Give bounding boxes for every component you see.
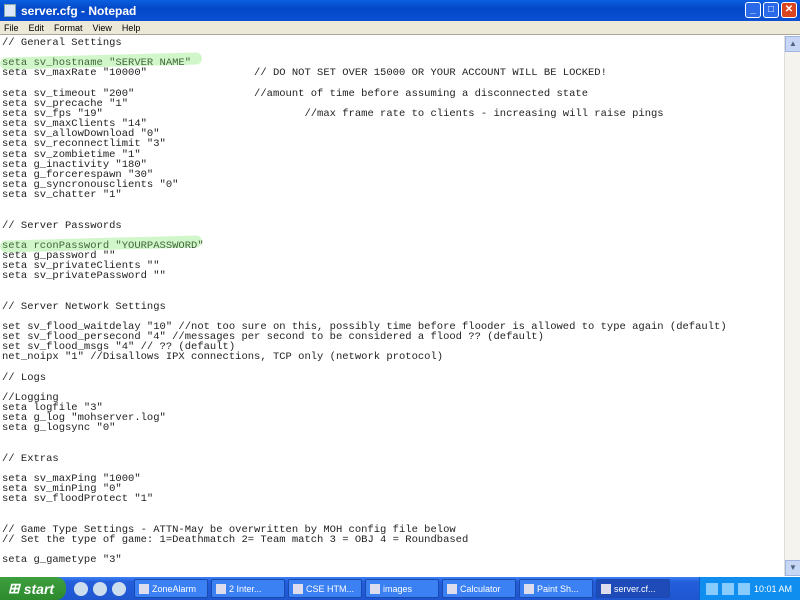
taskbar-button[interactable]: 2 Inter... [211, 579, 285, 598]
taskbar-button-label: CSE HTM... [306, 583, 355, 594]
zonealarm-tray-icon[interactable] [737, 582, 750, 595]
text-line: seta g_logsync "0" [2, 422, 116, 435]
taskbar-button[interactable]: CSE HTM... [288, 579, 362, 598]
scroll-up-button[interactable]: ▲ [785, 36, 800, 52]
text-line: net_noipx "1" //Disallows IPX connection… [2, 351, 444, 364]
media-player-icon[interactable] [112, 581, 126, 596]
taskbar-button-label: Calculator [460, 583, 501, 594]
system-tray: 10:01 AM [698, 577, 800, 600]
tray-expand-icon[interactable] [705, 582, 718, 595]
app-icon [216, 583, 226, 594]
network-icon[interactable] [721, 582, 734, 595]
app-icon [524, 583, 534, 594]
taskbar-button-label: Paint Sh... [537, 583, 579, 594]
taskbar-button[interactable]: Paint Sh... [519, 579, 593, 598]
menu-edit[interactable]: Edit [29, 23, 45, 33]
taskbar: ⊞ start ZoneAlarm 2 Inter... CSE HTM... imag… [0, 577, 800, 600]
text-line [2, 210, 784, 220]
taskbar-button-label: server.cf... [614, 583, 656, 594]
text-line: seta sv_privatePassword "" [2, 270, 166, 283]
clock: 10:01 AM [753, 583, 792, 594]
taskbar-button-label: 2 Inter... [229, 583, 262, 594]
quick-launch [74, 581, 126, 596]
taskbar-button[interactable]: ZoneAlarm [134, 579, 208, 598]
text-line [2, 433, 784, 443]
text-line: seta rconPassword "YOURPASSWORD" [2, 240, 784, 251]
text-line: // Set the type of game: 1=Deathmatch 2=… [2, 533, 469, 546]
text-line: seta g_log "mohserver.log" [2, 412, 166, 425]
taskbar-button[interactable]: images [365, 579, 439, 598]
app-icon [601, 583, 611, 594]
start-button[interactable]: ⊞ start [0, 577, 66, 600]
windows-logo-icon: ⊞ [8, 580, 20, 596]
text-line [2, 200, 784, 210]
text-line [2, 281, 784, 291]
app-icon [370, 583, 380, 594]
text-line: // Logs [2, 371, 47, 384]
close-button[interactable]: ✕ [781, 2, 797, 18]
taskbar-button-label: ZoneAlarm [152, 583, 197, 594]
text-line [2, 383, 784, 393]
menu-view[interactable]: View [93, 23, 112, 33]
text-line: // Extras [2, 452, 59, 465]
text-line: // Server Passwords [2, 219, 122, 232]
window-title: server.cfg - Notepad [21, 3, 137, 18]
app-icon [293, 583, 303, 594]
menu-help[interactable]: Help [122, 23, 141, 33]
taskbar-button[interactable]: Calculator [442, 579, 516, 598]
title-bar: server.cfg - Notepad _ □ ✕ [0, 0, 800, 21]
text-line: seta sv_chatter "1" [2, 189, 122, 202]
scroll-down-button[interactable]: ▼ [785, 560, 800, 576]
taskbar-button-label: images [383, 583, 413, 594]
ie-icon[interactable] [74, 581, 88, 596]
menu-file[interactable]: File [4, 23, 19, 33]
text-line: seta g_gametype "3" [2, 554, 122, 567]
text-line: // General Settings [2, 37, 122, 49]
show-desktop-icon[interactable] [93, 581, 107, 596]
taskbar-button[interactable]: server.cf... [596, 579, 670, 598]
notepad-icon [4, 4, 16, 17]
menu-format[interactable]: Format [54, 23, 83, 33]
text-line: seta sv_maxRate "10000" // DO NOT SET OV… [2, 67, 607, 80]
maximize-button[interactable]: □ [763, 2, 779, 18]
minimize-button[interactable]: _ [745, 2, 761, 18]
text-line [2, 363, 784, 373]
text-editor[interactable]: // General Settings seta sv_hostname "SER… [0, 36, 784, 576]
text-line: // Server Network Settings [2, 300, 166, 313]
text-line [2, 444, 784, 454]
text-line: //Logging [2, 391, 59, 404]
text-line: seta sv_floodProtect "1" [2, 493, 154, 506]
menu-bar: File Edit Format View Help [0, 21, 800, 35]
text-line [2, 504, 784, 514]
vertical-scrollbar[interactable]: ▲ ▼ [784, 36, 800, 576]
app-icon [447, 583, 457, 594]
app-icon [139, 583, 149, 594]
